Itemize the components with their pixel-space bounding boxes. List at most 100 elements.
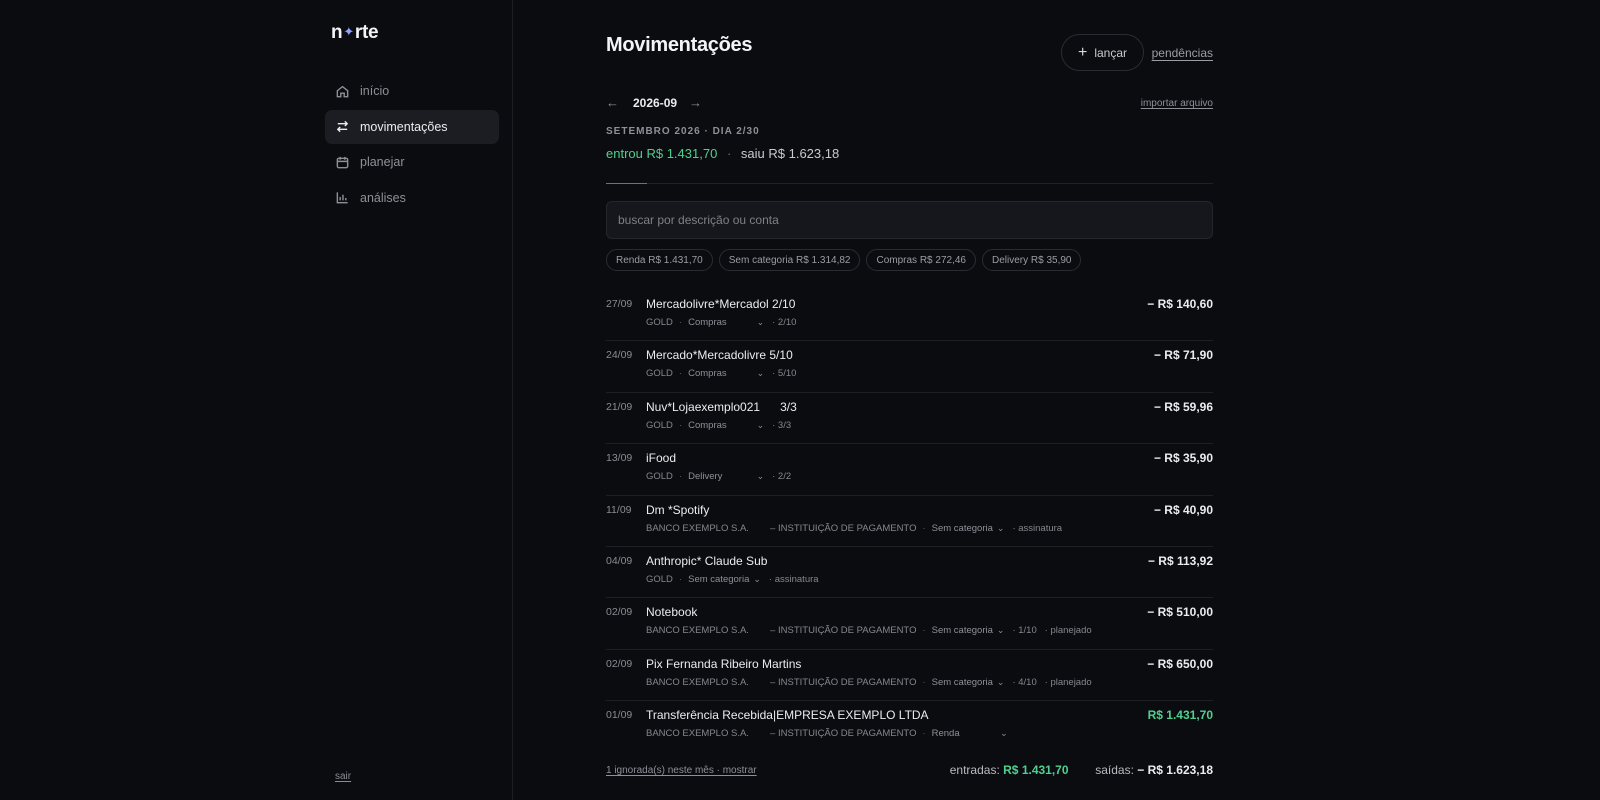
transaction-row[interactable]: 21/09 Nuv*Lojaexemplo021 3/3 GOLD · Comp…: [606, 393, 1213, 445]
plus-icon: +: [1077, 43, 1088, 61]
transaction-date: 27/09: [606, 298, 633, 310]
category-label: Compras: [688, 317, 727, 328]
category-select[interactable]: Sem categoria ⌄: [932, 523, 1005, 534]
sidebar-item-label: planejar: [360, 155, 405, 169]
chevron-down-icon: ⌄: [996, 676, 1005, 687]
transaction-meta: BANCO EXEMPLO S.A. – INSTITUIÇÃO DE PAGA…: [646, 677, 1092, 688]
transaction-account: GOLD: [646, 419, 673, 431]
category-select[interactable]: Sem categoria ⌄: [932, 625, 1005, 636]
transaction-amount: − R$ 510,00: [1147, 605, 1213, 620]
transaction-date: 24/09: [606, 349, 633, 362]
transaction-description: Notebook: [646, 605, 698, 620]
meta-separator: ·: [922, 728, 926, 740]
transaction-row[interactable]: 27/09 Mercadolivre*Mercadol 2/10 GOLD · …: [606, 290, 1213, 342]
category-label: Compras: [688, 368, 727, 380]
chip-compras[interactable]: Compras R$ 272,46: [866, 249, 976, 271]
category-select[interactable]: Delivery ⌄: [688, 471, 764, 482]
transaction-date: 04/09: [606, 554, 633, 567]
transaction-row[interactable]: 02/09 Notebook BANCO EXEMPLO S.A. – INST…: [606, 598, 1213, 650]
category-select[interactable]: Compras ⌄: [688, 317, 764, 328]
transaction-amount: − R$ 59,96: [1153, 399, 1213, 414]
transaction-account: GOLD: [646, 573, 673, 585]
sidebar-item-inicio[interactable]: início: [325, 74, 499, 108]
chevron-down-icon: ⌄: [756, 368, 765, 379]
sidebar-item-analises[interactable]: análises: [325, 181, 499, 215]
category-select[interactable]: Compras ⌄: [688, 368, 764, 379]
transaction-extra: · assinatura: [768, 573, 819, 585]
category-label: Sem categoria: [931, 625, 993, 637]
transaction-extra: · 5/10: [772, 368, 797, 380]
import-file-link[interactable]: importar arquivo: [1141, 98, 1213, 109]
category-select[interactable]: Sem categoria ⌄: [932, 677, 1005, 688]
transaction-row[interactable]: 11/09 Dm *Spotify BANCO EXEMPLO S.A. – I…: [606, 496, 1213, 547]
totals-in-value: R$ 1.431,70: [1003, 763, 1069, 777]
logo-star-icon: ✦: [343, 24, 354, 39]
totals-out-label: saídas:: [1095, 763, 1134, 777]
transaction-amount: − R$ 650,00: [1147, 656, 1213, 671]
sidebar-item-label: movimentações: [360, 119, 448, 134]
transaction-account: GOLD: [646, 368, 673, 380]
transaction-date: 01/09: [606, 709, 633, 722]
transaction-description: iFood: [646, 451, 677, 466]
search-input[interactable]: [606, 201, 1213, 239]
meta-separator: ·: [678, 573, 683, 585]
meta-separator: ·: [678, 317, 683, 328]
app-logo[interactable]: n✦rte: [331, 22, 379, 44]
month-navigator: ← 2026-09 →: [606, 95, 702, 110]
launch-button[interactable]: + lançar: [1061, 34, 1144, 71]
transaction-row[interactable]: 02/09 Pix Fernanda Ribeiro Martins BANCO…: [606, 650, 1213, 702]
sidebar-nav: início movimentações planejar análises: [325, 74, 499, 216]
sidebar-item-planejar[interactable]: planejar: [325, 145, 499, 179]
transaction-extra: · 2/10: [772, 317, 797, 328]
transaction-description: Pix Fernanda Ribeiro Martins: [646, 656, 802, 671]
chip-sem-categoria[interactable]: Sem categoria R$ 1.314,82: [718, 249, 861, 271]
show-ignored-link[interactable]: 1 ignorada(s) neste mês · mostrar: [606, 765, 757, 776]
transaction-extra: · 2/2: [772, 471, 792, 483]
chip-renda[interactable]: Renda R$ 1.431,70: [606, 249, 713, 271]
divider-accent: [606, 183, 647, 184]
logo-prefix: n: [331, 22, 343, 43]
summary-in: entrou R$ 1.431,70: [606, 146, 718, 161]
sidebar: n✦rte início movimentações planejar anál…: [0, 0, 513, 800]
totals-in-label: entradas:: [949, 763, 1000, 777]
summary-out: saiu R$ 1.623,18: [740, 146, 840, 161]
home-icon: [336, 85, 349, 97]
transaction-meta: GOLD · Compras ⌄ · 3/3: [646, 420, 791, 431]
transaction-account: BANCO EXEMPLO S.A. – INSTITUIÇÃO DE PAGA…: [646, 728, 917, 740]
next-month-button[interactable]: →: [689, 95, 702, 110]
transaction-amount: − R$ 71,90: [1153, 348, 1213, 363]
transaction-meta: BANCO EXEMPLO S.A. – INSTITUIÇÃO DE PAGA…: [646, 728, 1016, 739]
transaction-date: 02/09: [606, 606, 633, 619]
calendar-icon: [336, 156, 349, 168]
transaction-row[interactable]: 13/09 iFood GOLD · Delivery ⌄ · 2/2 − R$…: [606, 444, 1213, 496]
logo-suffix: rte: [354, 22, 379, 43]
transaction-amount: − R$ 113,92: [1147, 553, 1213, 568]
transaction-row[interactable]: 01/09 Transferência Recebida|EMPRESA EXE…: [606, 701, 1213, 752]
category-label: Delivery: [688, 471, 723, 483]
meta-separator: ·: [922, 676, 926, 688]
prev-month-button[interactable]: ←: [606, 95, 619, 110]
transaction-meta: GOLD · Delivery ⌄ · 2/2: [646, 471, 791, 482]
transaction-account: GOLD: [646, 471, 673, 483]
category-select[interactable]: Renda ⌄: [932, 728, 1008, 739]
sidebar-item-movimentacoes[interactable]: movimentações: [325, 109, 499, 144]
category-select[interactable]: Compras ⌄: [688, 420, 764, 431]
transaction-description: Mercadolivre*Mercadol 2/10: [646, 297, 796, 311]
transaction-row[interactable]: 24/09 Mercado*Mercadolivre 5/10 GOLD · C…: [606, 341, 1213, 393]
totals-out-value: − R$ 1.623,18: [1137, 763, 1213, 777]
transaction-account: BANCO EXEMPLO S.A. – INSTITUIÇÃO DE PAGA…: [646, 522, 917, 534]
category-select[interactable]: Sem categoria ⌄: [688, 574, 761, 585]
transaction-meta: GOLD · Compras ⌄ · 2/10: [646, 317, 796, 328]
logout-link[interactable]: sair: [335, 771, 351, 782]
transaction-extra: · 1/10 · planejado: [1012, 625, 1092, 637]
sidebar-item-label: início: [360, 84, 390, 98]
transaction-row[interactable]: 04/09 Anthropic* Claude Sub GOLD · Sem c…: [606, 547, 1213, 599]
current-month: 2026-09: [633, 95, 678, 110]
chevron-down-icon: ⌄: [756, 419, 765, 430]
chip-delivery[interactable]: Delivery R$ 35,90: [981, 249, 1082, 271]
transaction-description: Mercado*Mercadolivre 5/10: [646, 348, 793, 363]
transaction-date: 13/09: [606, 452, 633, 465]
pending-link[interactable]: pendências: [1152, 46, 1213, 60]
totals: entradas: R$ 1.431,70 saídas: − R$ 1.623…: [950, 763, 1213, 777]
transaction-description: Dm *Spotify: [646, 502, 710, 517]
